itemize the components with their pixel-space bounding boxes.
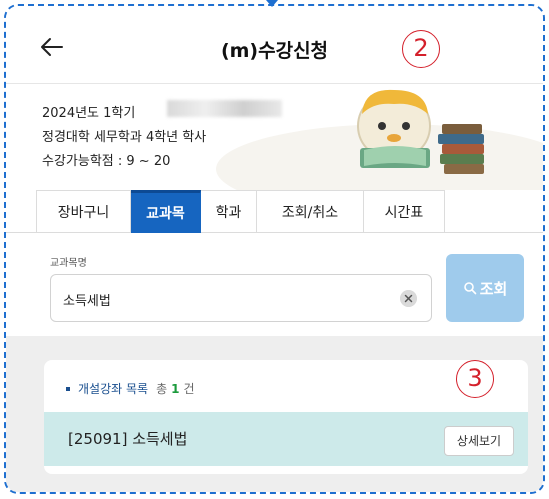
results-header: 개설강좌 목록 총 1 건 bbox=[66, 380, 195, 397]
search-label: 교과목명 bbox=[50, 258, 87, 269]
search-value: 소득세법 bbox=[63, 294, 111, 309]
step-badge-3: 3 bbox=[456, 360, 494, 398]
student-info: 2024년도 1학기 정경대학 세무학과 4학년 학사 수강가능학점 : 9 ~… bbox=[6, 84, 543, 190]
results-count: 1 bbox=[171, 381, 180, 396]
detail-button[interactable]: 상세보기 bbox=[444, 426, 514, 456]
credits-text: 수강가능학점 : 9 ~ 20 bbox=[42, 154, 171, 169]
bullet-icon bbox=[66, 386, 70, 391]
clear-circle-icon[interactable] bbox=[400, 290, 417, 307]
course-row[interactable]: [25091] 소득세법 상세보기 bbox=[44, 412, 528, 466]
tab-cart[interactable]: 장바구니 bbox=[36, 190, 131, 233]
tab-lookup-cancel[interactable]: 조회/취소 bbox=[257, 190, 364, 233]
semester-text: 2024년도 1학기 bbox=[42, 106, 136, 121]
results-count-suffix: 건 bbox=[183, 382, 195, 396]
tab-department[interactable]: 학과 bbox=[201, 190, 257, 233]
app-header: (m)수강신청 2 bbox=[6, 6, 543, 84]
search-button-label: 조회 bbox=[479, 279, 508, 298]
mascot-illustration bbox=[357, 89, 484, 174]
course-search-input[interactable]: 소득세법 bbox=[50, 274, 432, 322]
tab-bar: 장바구니 교과목 학과 조회/취소 시간표 bbox=[36, 190, 445, 233]
app-frame: (m)수강신청 2 2024년도 1학기 정경대학 세무학과 4학년 학사 수강… bbox=[4, 4, 545, 494]
department-text: 정경대학 세무학과 4학년 학사 bbox=[42, 130, 207, 145]
search-button[interactable]: 조회 bbox=[446, 254, 524, 322]
tab-course[interactable]: 교과목 bbox=[131, 190, 201, 233]
redacted-name bbox=[167, 100, 282, 117]
step-badge-2: 2 bbox=[402, 30, 440, 68]
frame-notch bbox=[266, 0, 278, 7]
search-icon bbox=[463, 282, 476, 295]
course-name: [25091] 소득세법 bbox=[68, 430, 188, 448]
tab-timetable[interactable]: 시간표 bbox=[364, 190, 445, 233]
results-title: 개설강좌 목록 bbox=[78, 382, 149, 396]
results-count-prefix: 총 bbox=[156, 382, 168, 396]
page-title: (m)수강신청 bbox=[220, 40, 329, 62]
